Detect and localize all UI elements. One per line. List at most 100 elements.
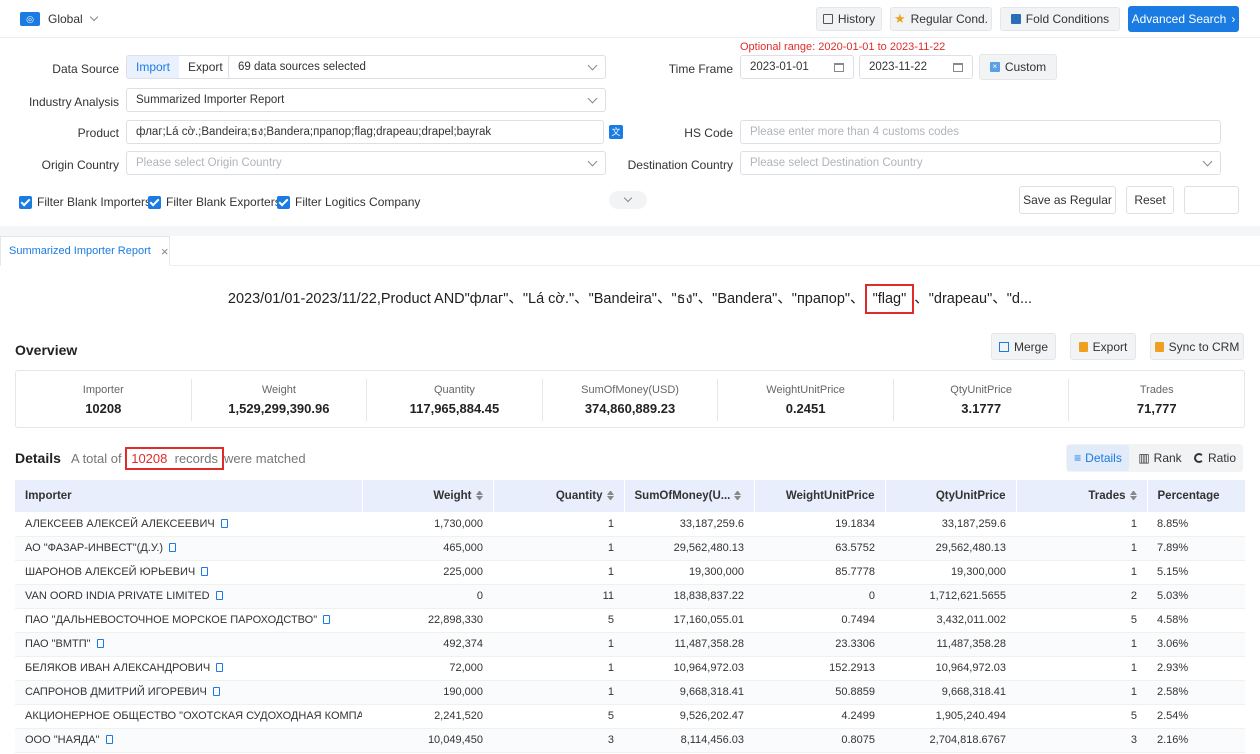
- table-cell: 2.93%: [1147, 656, 1245, 681]
- importer-name-cell[interactable]: VAN OORD INDIA PRIVATE LIMITED: [15, 584, 362, 609]
- table-cell: 2: [1016, 584, 1147, 609]
- reset-button[interactable]: Reset: [1126, 186, 1174, 214]
- merge-button[interactable]: Merge: [991, 333, 1056, 360]
- sort-icon[interactable]: [1130, 491, 1137, 500]
- save-as-regular-button[interactable]: Save as Regular: [1019, 186, 1116, 214]
- table-cell: 29,562,480.13: [624, 536, 754, 561]
- table-cell: 1,730,000: [362, 512, 493, 537]
- regular-cond-button[interactable]: ★ Regular Cond.: [890, 7, 992, 31]
- chevron-down-icon: [1202, 156, 1213, 166]
- copy-icon[interactable]: [212, 687, 220, 696]
- optional-range: Optional range: 2020-01-01 to 2023-11-22: [740, 41, 946, 53]
- copy-icon[interactable]: [215, 591, 223, 600]
- importer-name-cell[interactable]: АКЦИОНЕРНОЕ ОБЩЕСТВО "ОХОТСКАЯ СУДОХОДНА…: [15, 704, 362, 729]
- chevron-down-icon: [587, 60, 598, 70]
- product-input[interactable]: флаг;Lá cờ.;Bandeira;ธง;Bandera;прапор;f…: [126, 120, 604, 144]
- fold-icon: [1010, 14, 1021, 24]
- importer-name-cell[interactable]: ПАО "ВМТП": [15, 632, 362, 657]
- destination-country-label: Destination Country: [627, 158, 733, 172]
- importer-name-cell[interactable]: ШАРОНОВ АЛЕКСЕЙ ЮРЬЕВИЧ: [15, 560, 362, 585]
- export-button[interactable]: Export: [1070, 333, 1136, 360]
- table-cell: 2.58%: [1147, 680, 1245, 705]
- time-frame-label: Time Frame: [668, 62, 733, 76]
- copy-icon[interactable]: [96, 639, 104, 648]
- copy-icon[interactable]: [323, 615, 331, 624]
- table-cell: 225,000: [362, 560, 493, 585]
- table-cell: 63.5752: [754, 536, 885, 561]
- table-cell: 9,668,318.41: [624, 680, 754, 705]
- view-details-button[interactable]: ≡ Details: [1067, 445, 1129, 471]
- history-icon: [822, 14, 833, 24]
- col-percentage[interactable]: Percentage: [1147, 480, 1246, 512]
- col-sum-of-money[interactable]: SumOfMoney(U...: [624, 480, 755, 512]
- sort-icon[interactable]: [734, 491, 741, 500]
- export-option[interactable]: Export: [179, 56, 232, 78]
- table-cell: 1: [1016, 560, 1147, 585]
- copy-icon[interactable]: [169, 543, 177, 552]
- copy-icon[interactable]: [216, 663, 224, 672]
- custom-button[interactable]: × Custom: [979, 54, 1057, 80]
- end-date-input[interactable]: 2023-11-22: [859, 55, 973, 79]
- expand-toggle[interactable]: [609, 191, 647, 209]
- table-cell: 492,374: [362, 632, 493, 657]
- view-ratio-button[interactable]: Ratio: [1190, 445, 1240, 471]
- history-button[interactable]: History: [816, 7, 882, 31]
- table-cell: 4.2499: [754, 704, 885, 729]
- table-cell: 4.58%: [1147, 608, 1245, 633]
- importer-name-cell[interactable]: САПРОНОВ ДМИТРИЙ ИГОРЕВИЧ: [15, 680, 362, 705]
- importer-name-cell[interactable]: ПАО "ДАЛЬНЕВОСТОЧНОЕ МОРСКОЕ ПАРОХОДСТВО…: [15, 608, 362, 633]
- table-cell: 0.8075: [754, 728, 885, 753]
- table-cell: 152.2913: [754, 656, 885, 681]
- importer-name-cell[interactable]: АО "ФАЗАР-ИНВЕСТ"(Д.У.): [15, 536, 362, 561]
- copy-icon[interactable]: [220, 518, 228, 528]
- table-cell: 11: [493, 584, 624, 609]
- col-weight[interactable]: Weight: [362, 480, 494, 512]
- importer-name-cell[interactable]: ООО "НАЯДА": [15, 728, 362, 753]
- table-cell: 1: [1016, 632, 1147, 657]
- start-date-input[interactable]: 2023-01-01: [740, 55, 854, 79]
- col-qty-unit-price[interactable]: QtyUnitPrice: [885, 480, 1017, 512]
- col-quantity[interactable]: Quantity: [493, 480, 625, 512]
- data-sources-select[interactable]: 69 data sources selected: [228, 55, 606, 79]
- details-title: Details: [15, 450, 61, 466]
- filter-blank-exporters-checkbox[interactable]: Filter Blank Exporters: [148, 195, 281, 209]
- import-option[interactable]: Import: [127, 56, 180, 78]
- region-selector[interactable]: ◎ Global: [20, 12, 98, 26]
- table-cell: 8,114,456.03: [624, 728, 754, 753]
- records-count-box: 10208 records: [125, 447, 224, 470]
- industry-select[interactable]: Summarized Importer Report: [126, 88, 606, 112]
- tab-summarized-importer-report[interactable]: Summarized Importer Report ×: [0, 236, 170, 266]
- col-importer[interactable]: Importer: [15, 480, 363, 512]
- importer-name-cell[interactable]: БЕЛЯКОВ ИВАН АЛЕКСАНДРОВИЧ: [15, 656, 362, 681]
- col-weight-unit-price[interactable]: WeightUnitPrice: [754, 480, 886, 512]
- search-button[interactable]: Search: [1184, 186, 1239, 214]
- tab-bar: [0, 236, 1260, 266]
- filter-logistics-checkbox[interactable]: Filter Logitics Company: [277, 195, 420, 209]
- close-icon[interactable]: ×: [161, 244, 169, 259]
- stat-quantity: Quantity 117,965,884.45: [367, 379, 543, 421]
- industry-label: Industry Analysis: [28, 95, 119, 109]
- destination-country-select[interactable]: Please select Destination Country: [740, 151, 1221, 175]
- advanced-search-button[interactable]: Advanced Search ›: [1128, 6, 1239, 32]
- table-cell: 1: [1016, 512, 1147, 537]
- table-cell: 2,704,818.6767: [885, 728, 1016, 753]
- table-cell: 19,300,000: [624, 560, 754, 585]
- importer-name-cell[interactable]: АЛЕКСЕЕВ АЛЕКСЕЙ АЛЕКСЕЕВИЧ: [15, 512, 362, 537]
- view-rank-button[interactable]: ▥ Rank: [1135, 445, 1185, 471]
- sync-crm-button[interactable]: Sync to CRM: [1150, 333, 1244, 360]
- sort-icon[interactable]: [476, 491, 483, 500]
- fold-conditions-button[interactable]: Fold Conditions: [1000, 7, 1120, 31]
- filter-blank-importers-checkbox[interactable]: Filter Blank Importers: [19, 195, 151, 209]
- col-trades[interactable]: Trades: [1016, 480, 1148, 512]
- sort-icon[interactable]: [607, 491, 614, 500]
- table-row: VAN OORD INDIA PRIVATE LIMITED 0 11 18,838,…: [15, 584, 1245, 609]
- origin-country-select[interactable]: Please select Origin Country: [126, 151, 606, 175]
- table-cell: 1: [1016, 536, 1147, 561]
- table-cell: 2,241,520: [362, 704, 493, 729]
- copy-icon[interactable]: [105, 735, 113, 744]
- copy-icon[interactable]: [201, 567, 209, 576]
- table-cell: 3: [1016, 728, 1147, 753]
- hs-code-input[interactable]: Please enter more than 4 customs codes: [740, 120, 1221, 144]
- chevron-down-icon: [587, 93, 598, 103]
- checkbox-checked-icon: [148, 195, 161, 209]
